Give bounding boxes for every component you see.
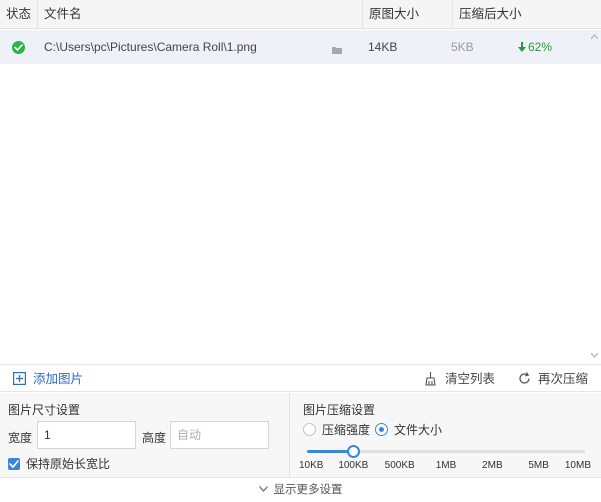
- original-size: 14KB: [368, 40, 398, 54]
- arrow-down-icon: [518, 42, 526, 52]
- chevron-down-icon: [258, 486, 268, 492]
- slider-tick-label: 500KB: [384, 460, 415, 471]
- show-more-settings-button[interactable]: 显示更多设置: [0, 477, 601, 502]
- radio-circle[interactable]: [375, 423, 388, 436]
- compression-ratio: 62%: [518, 30, 552, 64]
- width-input[interactable]: [37, 421, 136, 449]
- target-size-slider[interactable]: [307, 445, 585, 458]
- slider-tick-label: 10MB: [564, 460, 591, 471]
- column-header-original-size[interactable]: 原图大小: [363, 0, 453, 29]
- recompress-button[interactable]: 再次压缩: [518, 365, 588, 393]
- checkbox-checked-icon[interactable]: [8, 458, 20, 470]
- width-label: 宽度: [8, 431, 33, 445]
- column-header-compressed-size[interactable]: 压缩后大小: [453, 0, 601, 29]
- scroll-down-icon[interactable]: [591, 352, 598, 358]
- size-settings-panel: 图片尺寸设置 宽度 高度 保持原始长宽比: [0, 393, 290, 477]
- vertical-scrollbar[interactable]: [588, 30, 601, 364]
- slider-tick-label: 5MB: [528, 460, 549, 471]
- file-table: 状态 文件名 原图大小 压缩后大小 C:\Users\pc\Pictures\C…: [0, 0, 601, 364]
- radio-file-size[interactable]: 文件大小: [375, 423, 442, 437]
- slider-thumb[interactable]: [347, 445, 361, 458]
- settings-area: 图片尺寸设置 宽度 高度 保持原始长宽比 图片压缩设置 压缩强度 文件大小 10…: [0, 393, 601, 477]
- height-label: 高度: [142, 431, 167, 445]
- compress-settings-panel: 图片压缩设置 压缩强度 文件大小 10KB 100KB 500KB 1MB 2MB 5MB…: [291, 393, 601, 477]
- compressed-size: 5KB: [451, 40, 474, 54]
- clear-list-button[interactable]: 清空列表: [425, 365, 495, 393]
- size-settings-title: 图片尺寸设置: [8, 403, 81, 417]
- slider-tick-label: 100KB: [338, 460, 369, 471]
- refresh-icon: [519, 372, 530, 384]
- column-header-status[interactable]: 状态: [0, 0, 38, 29]
- folder-icon[interactable]: [332, 43, 342, 54]
- keep-aspect-ratio-label: 保持原始长宽比: [26, 457, 111, 471]
- compression-ratio-value: 62%: [528, 40, 553, 54]
- slider-tick-label: 1MB: [435, 460, 457, 471]
- compress-settings-title: 图片压缩设置: [303, 403, 376, 417]
- plus-square-icon: [13, 372, 26, 385]
- scroll-up-icon[interactable]: [591, 34, 598, 40]
- show-more-settings-label: 显示更多设置: [273, 484, 343, 496]
- radio-compress-strength[interactable]: 压缩强度: [303, 423, 370, 437]
- table-row[interactable]: C:\Users\pc\Pictures\Camera Roll\1.png 1…: [0, 30, 601, 64]
- action-toolbar: 添加图片 清空列表 再次压缩: [0, 364, 601, 392]
- height-input[interactable]: [170, 421, 269, 449]
- slider-tick-label: 2MB: [482, 460, 503, 471]
- slider-tick-label: 10KB: [299, 460, 324, 471]
- broom-icon: [425, 372, 436, 386]
- add-image-button[interactable]: 添加图片: [13, 365, 83, 393]
- check-circle-icon: [12, 41, 25, 54]
- file-path: C:\Users\pc\Pictures\Camera Roll\1.png: [44, 40, 257, 54]
- table-header: 状态 文件名 原图大小 压缩后大小: [0, 0, 601, 29]
- radio-circle[interactable]: [303, 423, 316, 436]
- column-header-filename[interactable]: 文件名: [38, 0, 363, 29]
- keep-aspect-ratio-checkbox[interactable]: 保持原始长宽比: [8, 457, 110, 471]
